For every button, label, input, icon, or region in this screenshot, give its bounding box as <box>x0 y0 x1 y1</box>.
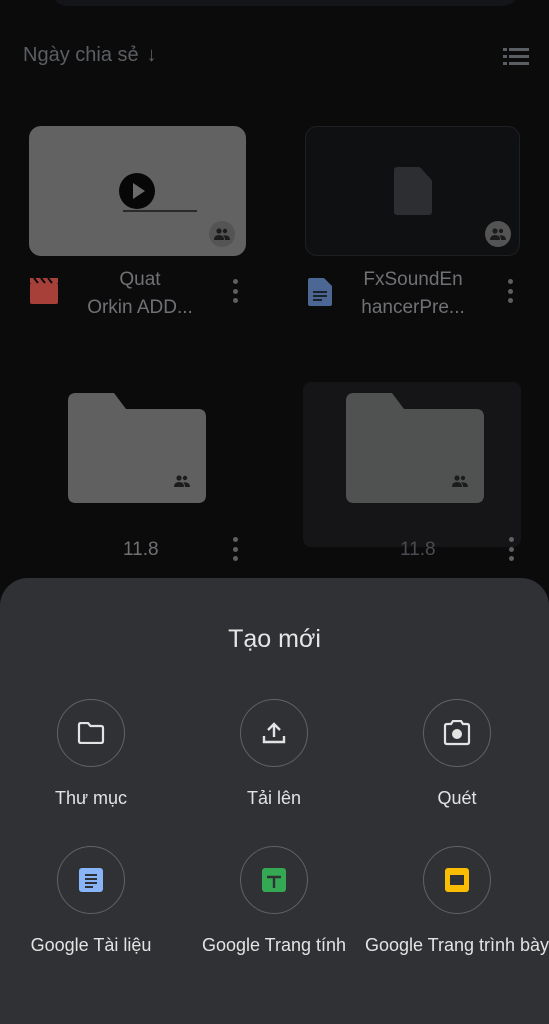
file-title[interactable]: Quat Orkin ADD... <box>70 266 210 322</box>
more-options-icon[interactable] <box>232 537 238 561</box>
folder-name[interactable]: 11.8 <box>400 539 436 561</box>
action-label: Google Tài liệu <box>30 935 152 955</box>
sort-button[interactable]: Ngày chia sẻ ↓ <box>23 44 157 67</box>
new-folder-button[interactable]: Thư mục <box>0 699 186 810</box>
action-circle <box>240 699 308 767</box>
google-docs-icon <box>79 868 103 892</box>
more-options-icon[interactable] <box>232 279 238 303</box>
action-circle <box>423 846 491 914</box>
action-label: Thư mục <box>54 788 128 808</box>
action-label: Google Trang tính <box>201 935 347 955</box>
shared-icon <box>485 221 511 247</box>
google-slides-button[interactable]: Google Trang trình bày <box>362 846 549 957</box>
upload-icon <box>262 722 286 744</box>
folder-thumbnail[interactable] <box>68 393 206 503</box>
action-circle <box>240 846 308 914</box>
file-title-line2: hancerPre... <box>361 297 465 318</box>
action-label: Tải lên <box>246 788 302 808</box>
folder-name[interactable]: 11.8 <box>123 539 159 561</box>
google-sheets-button[interactable]: Google Trang tính <box>179 846 369 957</box>
more-options-icon[interactable] <box>508 537 514 561</box>
action-label: Quét <box>437 788 477 808</box>
file-thumbnail-video[interactable] <box>29 126 246 256</box>
file-title-line1: Quat <box>119 269 161 290</box>
action-label: Google Trang trình bày <box>364 935 549 955</box>
video-file-icon <box>30 278 58 304</box>
upload-button[interactable]: Tải lên <box>179 699 369 810</box>
file-thumbnail-document[interactable] <box>305 126 520 256</box>
file-title-line2: Orkin ADD... <box>87 297 193 318</box>
document-file-icon <box>308 278 332 306</box>
camera-icon <box>443 720 471 746</box>
folder-icon <box>77 722 105 744</box>
search-bar[interactable] <box>50 0 520 6</box>
sheet-title: Tạo mới <box>228 625 321 653</box>
list-view-icon[interactable] <box>503 48 529 66</box>
google-slides-icon <box>445 868 469 892</box>
action-circle <box>57 846 125 914</box>
action-circle <box>423 699 491 767</box>
document-glyph-icon <box>394 167 432 215</box>
video-caption-line <box>123 210 197 212</box>
google-sheets-icon <box>262 868 286 892</box>
more-options-icon[interactable] <box>507 279 513 303</box>
sort-label: Ngày chia sẻ <box>23 44 139 66</box>
scan-button[interactable]: Quét <box>362 699 549 810</box>
file-title-line1: FxSoundEn <box>363 269 463 290</box>
arrow-down-icon: ↓ <box>146 44 157 66</box>
google-docs-button[interactable]: Google Tài liệu <box>0 846 186 957</box>
folder-thumbnail[interactable] <box>346 393 484 503</box>
file-title[interactable]: FxSoundEn hancerPre... <box>342 266 484 322</box>
action-circle <box>57 699 125 767</box>
shared-icon <box>209 221 235 247</box>
play-icon <box>119 173 155 209</box>
